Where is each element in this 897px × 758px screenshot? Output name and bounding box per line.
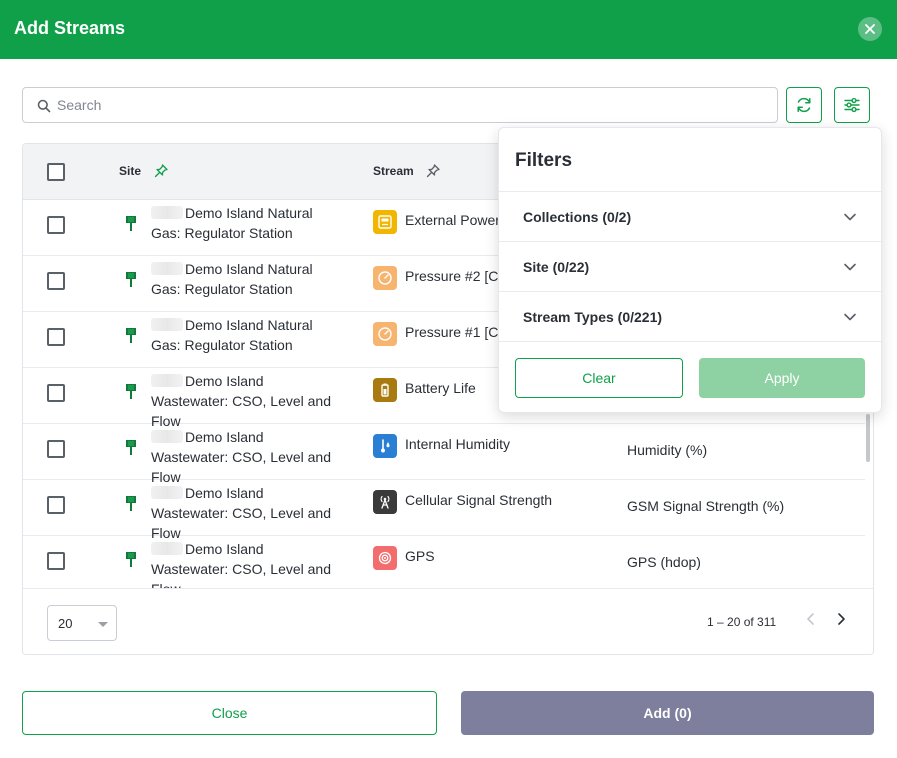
select-all-checkbox[interactable] bbox=[47, 163, 65, 181]
filter-settings-button[interactable] bbox=[834, 87, 870, 123]
site-marker-icon bbox=[126, 328, 136, 343]
site-marker-icon bbox=[126, 496, 136, 511]
gauge-icon bbox=[373, 322, 397, 346]
filters-panel: Filters Collections (0/2) Site (0/22) St… bbox=[498, 127, 883, 413]
filter-section-stream-types[interactable]: Stream Types (0/221) bbox=[499, 291, 883, 341]
dialog-header: Add Streams bbox=[0, 0, 897, 59]
table-footer: 20 1 – 20 of 311 bbox=[23, 588, 873, 654]
chevron-down-icon bbox=[844, 213, 856, 221]
site-name: Demo Island Wastewater: CSO, Level and F… bbox=[151, 429, 332, 485]
stream-type: GSM Signal Strength (%) bbox=[627, 498, 785, 514]
stream-name: External Power bbox=[405, 212, 500, 228]
row-checkbox[interactable] bbox=[47, 216, 65, 234]
site-name: Demo Island Natural Gas: Regulator Stati… bbox=[151, 317, 313, 353]
pin-icon[interactable] bbox=[425, 163, 441, 179]
stream-name: GPS bbox=[405, 548, 435, 564]
stream-name: Cellular Signal Strength bbox=[405, 492, 553, 508]
site-name: Demo Island Wastewater: CSO, Level and F… bbox=[151, 485, 332, 541]
add-button[interactable]: Add (0) bbox=[461, 691, 874, 735]
site-name: Demo Island Wastewater: CSO, Level and F… bbox=[151, 373, 332, 429]
chevron-down-icon bbox=[844, 313, 856, 321]
row-checkbox[interactable] bbox=[47, 272, 65, 290]
table-scrollbar[interactable] bbox=[866, 414, 870, 462]
row-checkbox[interactable] bbox=[47, 384, 65, 402]
close-dialog-button[interactable] bbox=[858, 17, 882, 41]
power-meter-icon bbox=[373, 210, 397, 234]
search-input[interactable] bbox=[57, 94, 757, 116]
filters-divider bbox=[499, 341, 883, 342]
dialog-title: Add Streams bbox=[14, 18, 126, 38]
gauge-icon bbox=[373, 266, 397, 290]
filter-section-label: Site (0/22) bbox=[523, 259, 590, 275]
humidity-icon bbox=[373, 434, 397, 458]
page-size-select[interactable]: 20 bbox=[47, 605, 117, 641]
search-field[interactable] bbox=[22, 87, 778, 123]
row-checkbox[interactable] bbox=[47, 496, 65, 514]
battery-icon bbox=[373, 378, 397, 402]
row-checkbox[interactable] bbox=[47, 552, 65, 570]
stream-name: Pressure #1 [Co bbox=[405, 324, 507, 340]
chevron-down-icon bbox=[98, 622, 108, 627]
sliders-icon bbox=[844, 97, 860, 113]
gps-icon bbox=[373, 546, 397, 570]
refresh-icon bbox=[797, 97, 811, 113]
site-marker-icon bbox=[126, 440, 136, 455]
refresh-button[interactable] bbox=[786, 87, 822, 123]
stream-name: Internal Humidity bbox=[405, 436, 511, 452]
chevron-down-icon bbox=[844, 263, 856, 271]
page-size-value: 20 bbox=[58, 616, 73, 631]
row-checkbox[interactable] bbox=[47, 440, 65, 458]
site-marker-icon bbox=[126, 384, 136, 399]
table-row[interactable]: Demo Island Wastewater: CSO, Level and F… bbox=[23, 480, 865, 541]
apply-filters-button[interactable]: Apply bbox=[699, 358, 865, 398]
filter-section-label: Collections (0/2) bbox=[523, 209, 632, 225]
site-name: Demo Island Natural Gas: Regulator Stati… bbox=[151, 205, 313, 241]
filter-section-site[interactable]: Site (0/22) bbox=[499, 241, 883, 291]
table-row[interactable]: Demo Island Wastewater: CSO, Level and F… bbox=[23, 424, 865, 485]
close-button[interactable]: Close bbox=[22, 691, 437, 735]
column-header-stream[interactable]: Stream bbox=[373, 164, 414, 178]
column-header-site[interactable]: Site bbox=[119, 164, 141, 178]
stream-type: GPS (hdop) bbox=[627, 554, 701, 570]
search-icon bbox=[37, 99, 51, 113]
stream-name: Battery Life bbox=[405, 380, 476, 396]
row-checkbox[interactable] bbox=[47, 328, 65, 346]
stream-type: Humidity (%) bbox=[627, 442, 708, 458]
table-row[interactable]: Demo Island Wastewater: CSO, Level and F… bbox=[23, 536, 865, 597]
close-icon bbox=[865, 24, 875, 34]
site-marker-icon bbox=[126, 216, 136, 231]
signal-tower-icon bbox=[373, 490, 397, 514]
pagination-range: 1 – 20 of 311 bbox=[707, 615, 777, 629]
site-marker-icon bbox=[126, 272, 136, 287]
filter-section-collections[interactable]: Collections (0/2) bbox=[499, 191, 883, 241]
site-marker-icon bbox=[126, 552, 136, 567]
filters-title: Filters bbox=[515, 150, 573, 171]
stream-name: Pressure #2 [Co bbox=[405, 268, 507, 284]
pin-icon[interactable] bbox=[153, 163, 169, 179]
site-name: Demo Island Natural Gas: Regulator Stati… bbox=[151, 261, 313, 297]
clear-filters-button[interactable]: Clear bbox=[515, 358, 683, 398]
previous-page-button[interactable] bbox=[803, 611, 819, 627]
filter-section-label: Stream Types (0/221) bbox=[523, 309, 663, 325]
next-page-button[interactable] bbox=[833, 611, 849, 627]
